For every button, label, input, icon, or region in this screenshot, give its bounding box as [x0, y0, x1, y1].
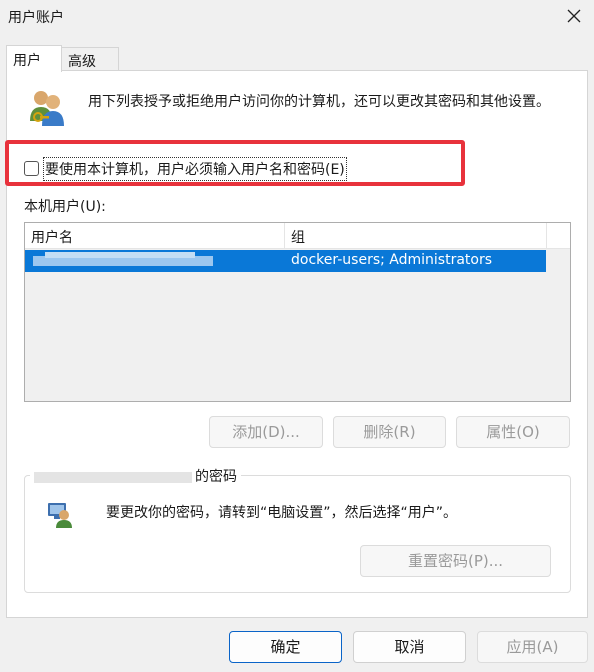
cancel-button[interactable]: 取消	[353, 631, 466, 663]
column-header-username[interactable]: 用户名	[31, 227, 73, 247]
column-separator[interactable]	[546, 223, 547, 249]
reset-password-button[interactable]: 重置密码(P)...	[360, 545, 551, 577]
redacted-group-username	[34, 471, 192, 483]
users-icon	[30, 91, 64, 126]
column-header-group[interactable]: 组	[291, 227, 305, 247]
local-users-label: 本机用户(U):	[24, 199, 106, 215]
title-bar: 用户账户	[0, 0, 594, 34]
tab-advanced[interactable]: 高级	[61, 47, 119, 71]
intro-text: 用下列表授予或拒绝用户访问你的计算机，还可以更改其密码和其他设置。	[88, 94, 550, 110]
ok-button[interactable]: 确定	[229, 631, 342, 663]
password-change-text: 要更改你的密码，请转到“电脑设置”，然后选择“用户”。	[106, 505, 458, 521]
remove-user-button[interactable]: 删除(R)	[333, 416, 446, 448]
redacted-username-blur	[45, 252, 195, 258]
tab-users[interactable]: 用户	[6, 45, 62, 72]
highlight-frame	[5, 140, 465, 186]
row-group-cell: docker-users; Administrators	[291, 252, 493, 268]
column-separator[interactable]	[284, 223, 285, 249]
user-list[interactable]: 用户名 组 docker-users; Administrators	[24, 222, 571, 402]
add-user-button[interactable]: 添加(D)...	[209, 416, 323, 448]
close-button[interactable]	[554, 0, 594, 34]
close-icon	[567, 9, 581, 23]
password-group-title-text: 的密码	[195, 469, 237, 485]
window-title: 用户账户	[8, 10, 64, 26]
properties-button[interactable]: 属性(O)	[456, 416, 570, 448]
apply-button[interactable]: 应用(A)	[477, 631, 588, 663]
table-row[interactable]: docker-users; Administrators	[25, 250, 546, 272]
list-header: 用户名 组	[25, 223, 570, 249]
user-password-icon	[48, 503, 72, 528]
password-group-title: 的密码	[30, 466, 241, 486]
